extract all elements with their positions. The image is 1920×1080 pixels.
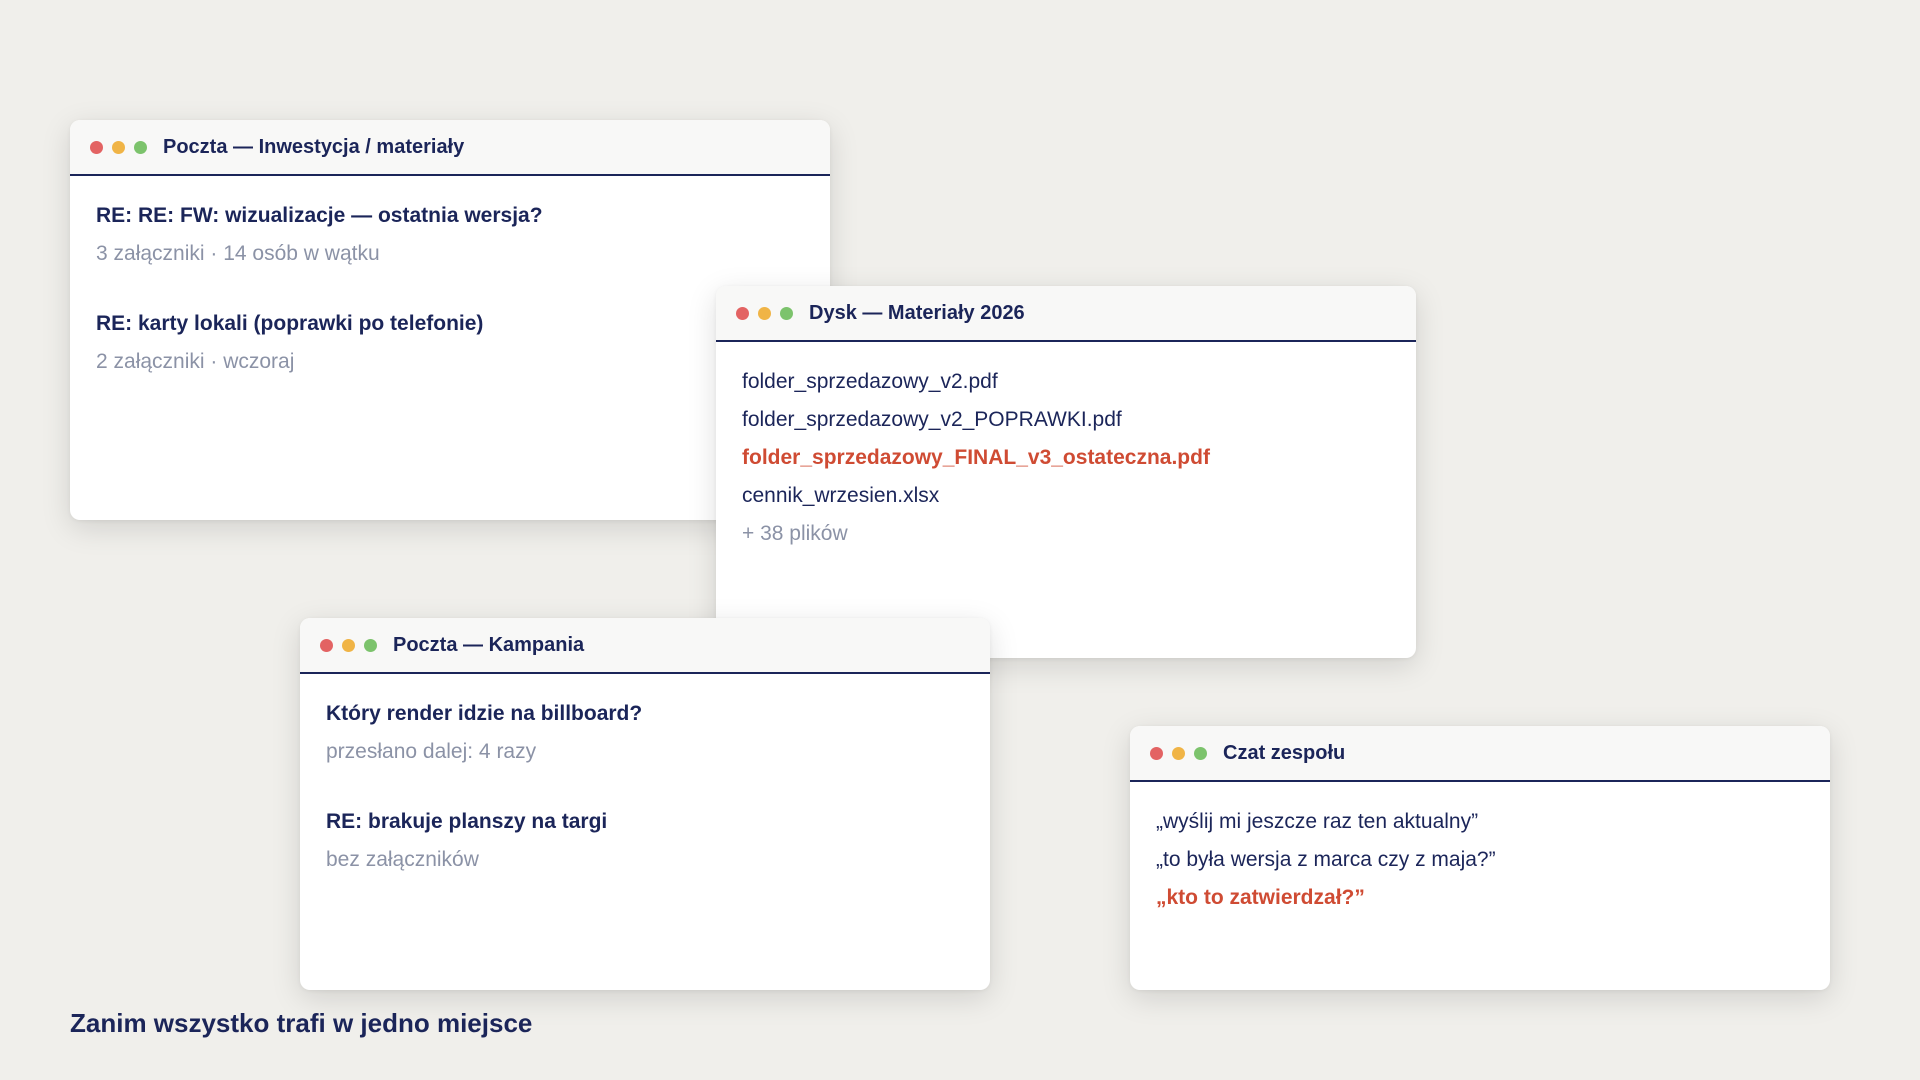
window-titlebar[interactable]: Poczta — Kampania xyxy=(300,618,990,674)
mail-subject: RE: karty lokali (poprawki po telefonie) xyxy=(96,312,484,335)
window-controls xyxy=(320,638,377,652)
close-dot-icon[interactable] xyxy=(736,306,749,320)
maximize-dot-icon[interactable] xyxy=(780,306,793,320)
maximize-dot-icon[interactable] xyxy=(364,638,377,652)
file-item[interactable]: folder_sprzedazowy_v2_POPRAWKI.pdf xyxy=(742,406,1390,434)
close-dot-icon[interactable] xyxy=(90,140,103,154)
chat-message-highlighted: „kto to zatwierdzał?” xyxy=(1156,886,1365,909)
file-item-highlighted[interactable]: folder_sprzedazowy_FINAL_v3_ostateczna.p… xyxy=(742,444,1390,472)
chat-message: „wyślij mi jeszcze raz ten aktualny” xyxy=(1156,810,1479,833)
file-list: folder_sprzedazowy_v2.pdf folder_sprzeda… xyxy=(716,342,1416,578)
maximize-dot-icon[interactable] xyxy=(134,140,147,154)
minimize-dot-icon[interactable] xyxy=(1172,746,1185,760)
close-dot-icon[interactable] xyxy=(1150,746,1163,760)
window-titlebar[interactable]: Dysk — Materiały 2026 xyxy=(716,286,1416,342)
mail-item[interactable]: RE: RE: FW: wizualizacje — ostatnia wers… xyxy=(96,202,804,268)
minimize-dot-icon[interactable] xyxy=(758,306,771,320)
mail-subject: Który render idzie na billboard? xyxy=(326,702,643,725)
window-title: Czat zespołu xyxy=(1223,741,1346,764)
team-chat-window: Czat zespołu „wyślij mi jeszcze raz ten … xyxy=(1130,726,1830,990)
mail-meta: 2 załączniki · wczoraj xyxy=(96,350,295,373)
window-controls xyxy=(736,306,793,320)
minimize-dot-icon[interactable] xyxy=(112,140,125,154)
mail-item[interactable]: RE: karty lokali (poprawki po telefonie)… xyxy=(96,310,804,376)
window-title: Dysk — Materiały 2026 xyxy=(809,301,1025,324)
window-title: Poczta — Kampania xyxy=(393,633,585,656)
close-dot-icon[interactable] xyxy=(320,638,333,652)
drive-window: Dysk — Materiały 2026 folder_sprzedazowy… xyxy=(716,286,1416,658)
mail-item[interactable]: Który render idzie na billboard? przesła… xyxy=(326,700,964,766)
maximize-dot-icon[interactable] xyxy=(1194,746,1207,760)
minimize-dot-icon[interactable] xyxy=(342,638,355,652)
window-controls xyxy=(90,140,147,154)
window-controls xyxy=(1150,746,1207,760)
page-caption: Zanim wszystko trafi w jedno miejsce xyxy=(70,1008,533,1038)
chat-messages: „wyślij mi jeszcze raz ten aktualny” „to… xyxy=(1130,782,1830,942)
window-title: Poczta — Inwestycja / materiały xyxy=(163,135,465,158)
mail-subject: RE: brakuje planszy na targi xyxy=(326,810,608,833)
file-item[interactable]: folder_sprzedazowy_v2.pdf xyxy=(742,368,1390,396)
mail-list: Który render idzie na billboard? przesła… xyxy=(300,674,990,936)
mail-item[interactable]: RE: brakuje planszy na targi bez załączn… xyxy=(326,808,964,874)
mail-campaign-window: Poczta — Kampania Który render idzie na … xyxy=(300,618,990,990)
file-item[interactable]: cennik_wrzesien.xlsx xyxy=(742,482,1390,510)
mail-meta: przesłano dalej: 4 razy xyxy=(326,740,537,763)
mail-subject: RE: RE: FW: wizualizacje — ostatnia wers… xyxy=(96,204,543,227)
more-files-link[interactable]: + 38 plików xyxy=(742,520,1390,548)
mail-meta: 3 załączniki · 14 osób w wątku xyxy=(96,242,380,265)
window-titlebar[interactable]: Poczta — Inwestycja / materiały xyxy=(70,120,830,176)
chat-message: „to była wersja z marca czy z maja?” xyxy=(1156,848,1496,871)
mail-meta: bez załączników xyxy=(326,848,479,871)
window-titlebar[interactable]: Czat zespołu xyxy=(1130,726,1830,782)
